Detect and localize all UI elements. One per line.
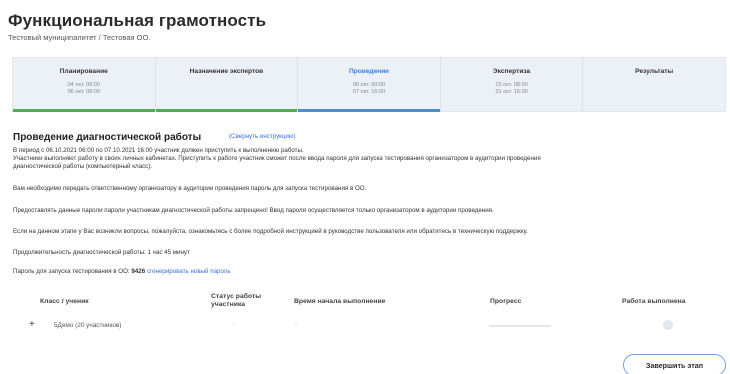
password-value: 9426 <box>131 268 146 275</box>
generate-password-link[interactable]: сгенерировать новый пароль <box>147 268 231 275</box>
password-label: Пароль для запуска тестирования в ОО: <box>13 268 132 275</box>
row-status: - <box>233 322 235 328</box>
stage-date-end: 31 окт. 16:00 <box>495 89 528 95</box>
stage-date-start: 04 окт. 08:00 <box>67 82 101 88</box>
stage-date-end: 06 окт. 08:00 <box>67 89 101 95</box>
column-header-done: Работа выполнена <box>622 298 686 305</box>
stage-expertise[interactable]: Экспертиза 15 окт. 08:00 31 окт. 16:00 <box>441 58 584 111</box>
stage-name: Назначение экспертов <box>189 68 264 75</box>
stage-date-start: 06 окт. 00:00 <box>352 82 386 88</box>
finish-stage-button[interactable]: Завершить этап <box>623 354 726 374</box>
row-progress-bar <box>489 325 551 327</box>
stage-date-end: 07 окт. 16:00 <box>352 89 386 95</box>
instruction-warning: Предоставлять данные пароли пароли участ… <box>13 207 494 214</box>
collapse-instruction-link[interactable]: (Свернуть инструкцию) <box>229 133 296 140</box>
stage-name: Экспертиза <box>492 68 531 75</box>
column-header-start: Время начала выполнение <box>294 298 386 305</box>
stage-planning[interactable]: Планирование 04 окт. 08:00 06 окт. 08:00 <box>13 58 156 112</box>
stage-tabs: Планирование 04 окт. 08:00 06 окт. 08:00… <box>12 57 726 112</box>
duration-label: Продолжительность диагностической работы… <box>13 249 148 256</box>
duration-line: Продолжительность диагностической работы… <box>13 249 713 258</box>
table-header: Класс / ученик Статус работы участника В… <box>0 290 730 315</box>
instruction-card: Проведение диагностической работы (Сверн… <box>0 112 730 374</box>
row-class-name: 5Демо (20 участников) <box>54 322 122 329</box>
table-row: + 5Демо (20 участников) - - <box>13 318 717 333</box>
row-done-indicator <box>663 320 673 330</box>
instruction-password-transfer: Вам необходимо передать ответственному о… <box>13 185 367 192</box>
password-line: Пароль для запуска тестирования в ОО: 94… <box>13 268 713 277</box>
stage-name: Планирование <box>59 68 108 75</box>
duration-value: 1 час 45 минут <box>147 249 190 256</box>
expand-plus-icon[interactable]: + <box>29 320 35 330</box>
stage-name: Проведение <box>348 68 389 75</box>
row-start-time: - <box>295 322 297 328</box>
section-title: Проведение диагностической работы <box>13 132 202 143</box>
stage-results[interactable]: Результаты <box>583 58 725 111</box>
column-header-class: Класс / ученик <box>40 298 89 305</box>
stage-experts[interactable]: Назначение экспертов <box>155 58 299 112</box>
instruction-help: Если на данном этапе у Вас возникли вопр… <box>13 228 528 235</box>
breadcrumb: Тестовый муниципалитет / Тестовая ОО. <box>8 33 151 42</box>
column-header-progress: Прогресс <box>490 298 522 305</box>
stage-name: Результаты <box>635 68 674 75</box>
stage-date-start: 15 окт. 08:00 <box>495 82 528 88</box>
stage-conducting[interactable]: Проведение 06 окт. 00:00 07 окт. 16:00 <box>298 58 441 112</box>
instruction-participants-cont: диагностической работы (компьютерный кла… <box>13 163 152 170</box>
column-header-status: Статус работы участника <box>211 293 262 308</box>
page-title: Функциональная грамотность <box>8 11 267 30</box>
